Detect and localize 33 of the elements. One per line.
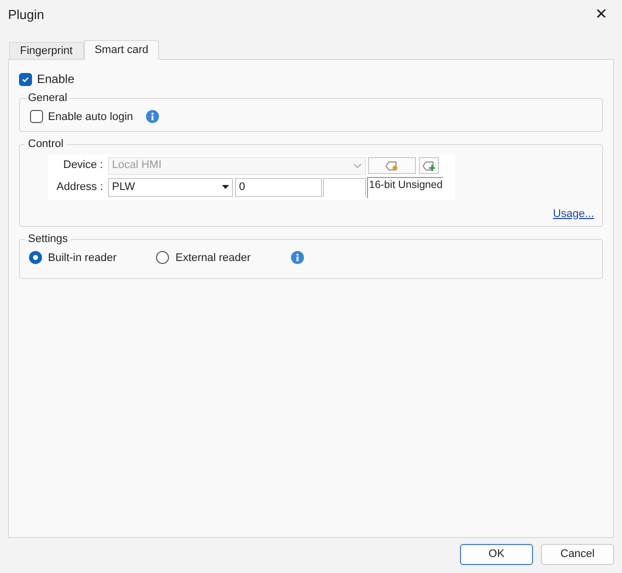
add-tag-button[interactable] <box>419 157 439 174</box>
usage-link[interactable]: Usage... <box>553 206 594 222</box>
window-title: Plugin <box>8 6 44 24</box>
tag-button[interactable] <box>368 157 416 174</box>
tag-add-icon <box>422 160 436 170</box>
dialog-button[interactable]: Cancel <box>541 544 614 565</box>
tag-icon <box>385 160 399 170</box>
field-label: Device : <box>62 158 104 174</box>
close-button[interactable]: ✕ <box>591 4 612 26</box>
checkbox[interactable] <box>19 72 32 86</box>
address-type-dropdown[interactable]: PLW <box>108 178 233 196</box>
address-field[interactable]: 0 <box>235 178 322 196</box>
tab[interactable]: Fingerprint <box>9 42 84 60</box>
info-icon <box>146 110 160 124</box>
checkmark-icon <box>21 74 30 84</box>
data-type-label: 16-bit Unsigned <box>367 176 443 198</box>
info-icon <box>290 251 304 264</box>
checkbox-label: Enable <box>37 71 74 88</box>
radio-button[interactable] <box>29 251 42 264</box>
radio-label: External reader <box>175 250 251 266</box>
input-field[interactable] <box>323 178 366 196</box>
group-title: Control <box>27 137 64 152</box>
chevron-icon <box>353 162 362 168</box>
field-label: Address : <box>56 180 104 195</box>
tab[interactable]: Smart card <box>84 40 160 60</box>
dialog-button[interactable]: OK <box>460 544 533 565</box>
caret-icon <box>222 185 229 189</box>
checkbox-label: Enable auto login <box>48 110 134 124</box>
radio-label: Built-in reader <box>48 250 116 266</box>
group-title: Settings <box>27 232 69 247</box>
checkbox[interactable] <box>30 110 43 124</box>
radio-button[interactable] <box>156 251 170 264</box>
group-title: General <box>27 91 68 106</box>
